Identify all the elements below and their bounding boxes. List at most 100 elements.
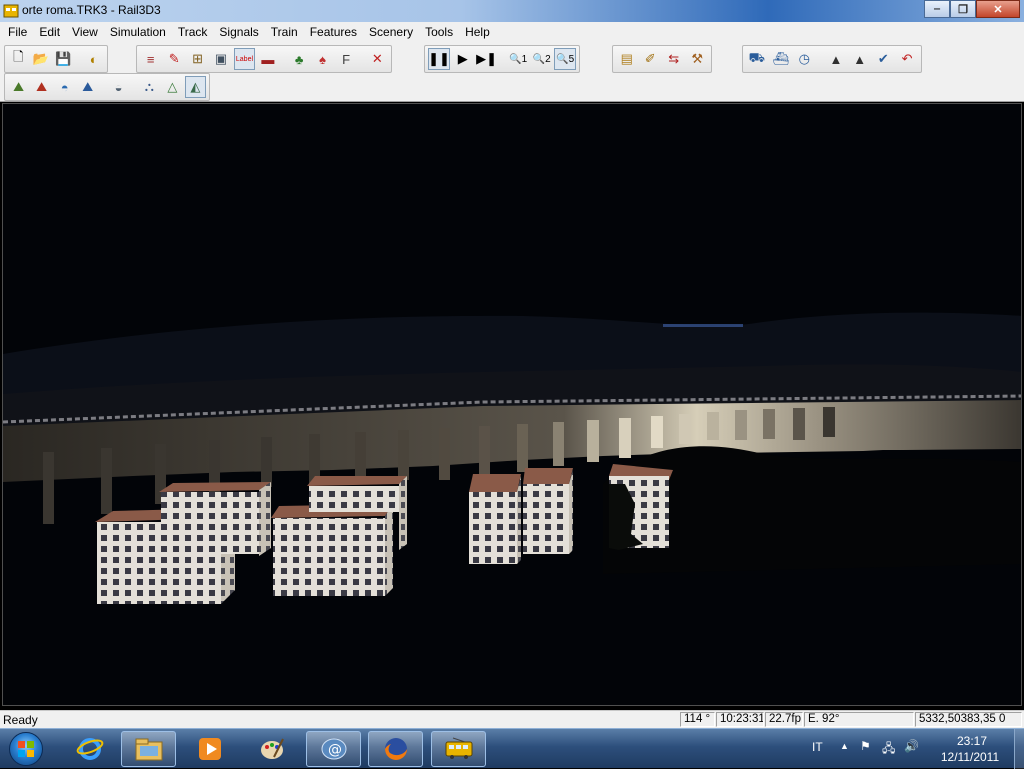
delete-hill-icon[interactable]: ⛰ [31,76,52,98]
new-file-icon[interactable]: 🗋 [8,48,29,70]
pause-icon[interactable]: ❚❚ [428,48,450,70]
terrain-mesh-icon[interactable]: ⛬ [139,76,160,98]
menu-bar: File Edit View Simulation Track Signals … [0,22,1024,42]
language-indicator[interactable]: IT [812,740,823,754]
check-icon[interactable]: ✔ [873,48,895,70]
delete-feature-icon[interactable]: ✕ [367,48,388,70]
action-center-flag-icon[interactable]: ⚑ [860,739,871,753]
menu-signals[interactable]: Signals [213,25,264,39]
window-title: orte roma.TRK3 - Rail3D3 [22,3,161,17]
system-tray: IT ▲ ⚑ 🖧 🔊 23:17 12/11/2011 [812,729,1012,769]
status-coords: 5332,50383,35 0 [915,712,1022,727]
schedule-toolbar: ▤ ✐ ⇆ ⚒ [612,45,712,73]
save-icon[interactable]: 💾 [53,48,74,70]
status-angle: 114 ° [680,712,715,727]
speed-x2-icon[interactable]: 🔍2 [531,48,553,70]
svg-text:@: @ [328,742,342,758]
track-edit-icon[interactable]: ✎ [163,48,184,70]
menu-train[interactable]: Train [265,25,304,39]
terrain-view-icon[interactable]: ◭ [184,76,206,98]
terrain-edit-icon[interactable]: ◒ [108,76,129,98]
step-icon[interactable]: ▶❚ [476,48,498,70]
delete-tree-icon[interactable]: ♠ [312,48,333,70]
status-heading: E. 92° [804,712,914,727]
status-fps: 22.7fp [765,712,803,727]
hammer-icon[interactable]: ⚒ [687,48,709,70]
scene-render [3,312,1021,604]
schedule-edit-icon[interactable]: ✐ [640,48,662,70]
windows-logo-icon [9,732,43,766]
taskbar: @ IT ▲ ⚑ 🖧 🔊 23:17 12/11/2011 [0,728,1024,769]
track-toolbar: ≡ ✎ ⊞ ▣ Label ▬ ♣ ♠ F ✕ [136,45,392,73]
status-bar: Ready 114 ° 10:23:31 22.7fp E. 92° 5332,… [0,710,1024,728]
close-button[interactable]: ✕ [976,0,1020,18]
misc-toolbar: ⛟ ⛴ ◷ ▲ ▲ ✔ ↶ [742,45,922,73]
menu-help[interactable]: Help [459,25,496,39]
label-tool-icon[interactable]: Label [233,48,256,70]
menu-features[interactable]: Features [304,25,363,39]
play-icon[interactable]: ▶ [452,48,474,70]
building-3 [271,504,393,596]
rail3d-taskbar-icon[interactable] [431,731,486,767]
timetable-icon[interactable]: ▤ [616,48,638,70]
add-hill-icon[interactable]: ⛰ [8,76,29,98]
speed-x1-icon[interactable]: 🔍1 [507,48,529,70]
undo-icon[interactable]: ↶ [896,48,918,70]
train-list-icon[interactable]: ⛴ [770,48,792,70]
signal-tool-icon[interactable]: ⊞ [187,48,208,70]
windows-explorer-icon[interactable] [121,731,176,767]
email-icon[interactable]: @ [306,731,361,767]
3d-viewport[interactable] [2,103,1022,706]
rail3d-app-icon [3,4,19,18]
building-5 [469,474,521,564]
paint-icon[interactable] [244,731,299,767]
menu-edit[interactable]: Edit [33,25,66,39]
speed-x5-icon[interactable]: 🔍5 [554,48,576,70]
build-alt-icon[interactable]: ▲ [849,48,871,70]
status-ready: Ready [3,713,38,727]
route-icon[interactable]: ⇆ [663,48,685,70]
raise-terrain-icon[interactable]: ⛰ [77,76,98,98]
simulation-toolbar: ❚❚ ▶ ▶❚ 🔍1 🔍2 🔍5 [424,45,580,73]
rail3d-window: orte roma.TRK3 - Rail3D3 ‒ ❐ ✕ File Edit… [0,0,1024,769]
show-hidden-icons-icon[interactable]: ▲ [840,741,849,751]
track-tool-icon[interactable]: ≡ [140,48,161,70]
menu-view[interactable]: View [66,25,104,39]
vehicle-list-icon[interactable]: ⛟ [746,48,768,70]
water-icon[interactable]: ◓ [54,76,75,98]
menu-track[interactable]: Track [172,25,214,39]
clock-date[interactable]: 12/11/2011 [932,750,1008,764]
maximize-button[interactable]: ❐ [950,0,976,18]
building-6 [523,468,573,554]
title-bar[interactable]: orte roma.TRK3 - Rail3D3 ‒ ❐ ✕ [0,0,1024,22]
status-clock: 10:23:31 [716,712,764,727]
minimize-button[interactable]: ‒ [924,0,950,18]
terrain-triangle-icon[interactable]: △ [162,76,183,98]
properties-icon[interactable]: ◐ [83,48,104,70]
menu-tools[interactable]: Tools [419,25,459,39]
menu-scenery[interactable]: Scenery [363,25,419,39]
building-2 [159,482,271,556]
train-tool-icon[interactable]: ▣ [210,48,231,70]
vehicle-tool-icon[interactable]: ▬ [257,48,278,70]
fence-tool-icon[interactable]: F [335,48,356,70]
open-folder-icon[interactable]: 📂 [31,48,52,70]
file-toolbar: 🗋 📂 💾 ◐ [4,45,108,73]
internet-explorer-icon[interactable] [62,731,117,767]
tree-tool-icon[interactable]: ♣ [288,48,309,70]
media-player-icon[interactable] [182,731,237,767]
building-7 [609,464,673,550]
terrain-toolbar: ⛰ ⛰ ◓ ⛰ ◒ ⛬ △ ◭ [4,73,210,101]
firefox-icon[interactable] [368,731,423,767]
show-desktop-button[interactable] [1014,729,1024,769]
network-icon[interactable]: 🖧 [882,739,895,760]
menu-simulation[interactable]: Simulation [104,25,172,39]
clock-time[interactable]: 23:17 [942,734,1002,748]
start-button[interactable] [2,731,50,767]
menu-file[interactable]: File [2,25,33,39]
distant-lights [663,324,743,327]
volume-icon[interactable]: 🔊 [904,739,919,753]
toolbar-area: 🗋 📂 💾 ◐ ≡ ✎ ⊞ ▣ Label ▬ ♣ ♠ F ✕ ❚❚ ▶ ▶❚ [0,42,1024,102]
clock-icon[interactable]: ◷ [793,48,815,70]
build-icon[interactable]: ▲ [825,48,847,70]
